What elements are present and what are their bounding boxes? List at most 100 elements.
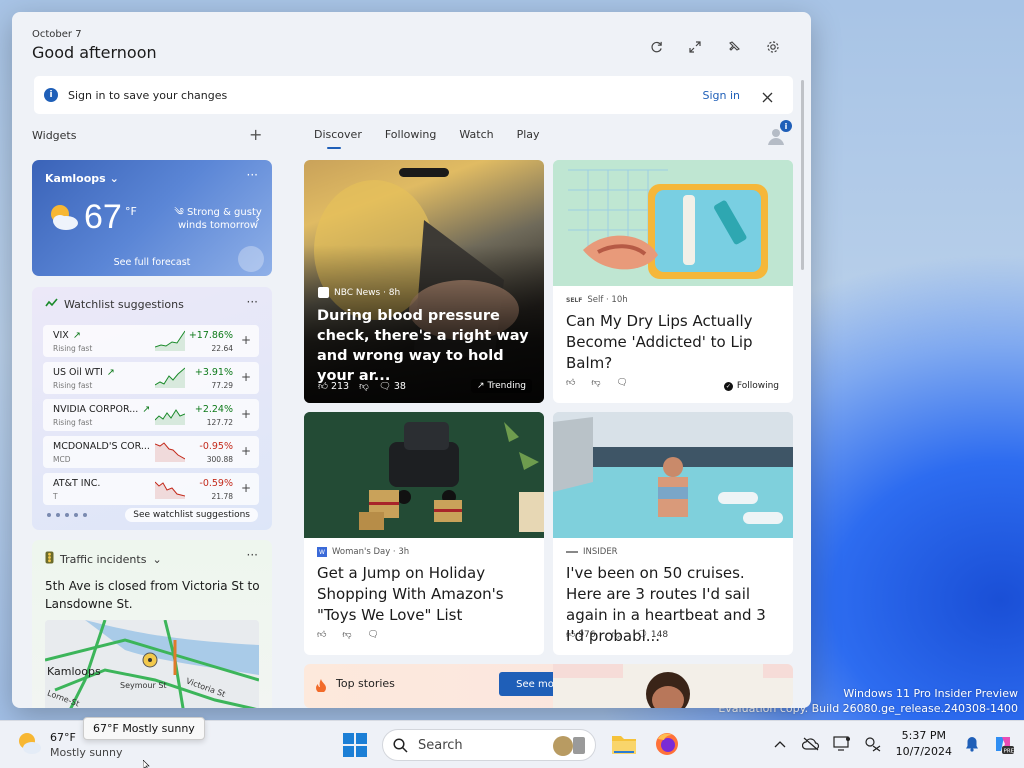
weather-widget[interactable]: Kamloops ⌄ ··· 67 °F ༄ Strong & gusty wi… bbox=[32, 160, 272, 276]
partly-sunny-icon bbox=[19, 733, 41, 754]
tab-discover[interactable]: Discover bbox=[314, 128, 362, 149]
scrollbar[interactable] bbox=[801, 80, 804, 270]
signin-link[interactable]: Sign in bbox=[702, 89, 740, 102]
stock-row[interactable]: VIX ↗ Rising fast +17.86% 22.64 + bbox=[43, 325, 259, 357]
ad-thumbnail[interactable] bbox=[553, 664, 793, 708]
thumbs-up-icon: 👍︎ bbox=[566, 630, 576, 640]
stock-row[interactable]: MCDONALD'S COR... MCD -0.95% 300.88 + bbox=[43, 436, 259, 468]
chevron-up-icon[interactable] bbox=[769, 733, 791, 755]
start-button[interactable] bbox=[343, 733, 367, 761]
weather-unit: °F bbox=[125, 205, 137, 218]
file-explorer-icon[interactable] bbox=[610, 731, 638, 761]
see-watchlist-button[interactable]: See watchlist suggestions bbox=[125, 508, 258, 522]
traffic-map[interactable]: Kamloops Seymour St Victoria St Lorne-St bbox=[45, 620, 259, 708]
watchlist-widget: Watchlist suggestions ··· VIX ↗ Rising fa… bbox=[32, 287, 272, 530]
add-stock-icon[interactable]: + bbox=[241, 444, 251, 458]
sparkline bbox=[155, 442, 185, 462]
comments-button[interactable]: 🗨︎ 38 bbox=[379, 381, 406, 392]
expand-icon[interactable] bbox=[686, 38, 704, 56]
card-source: SELF Self · 10h bbox=[566, 295, 628, 305]
card-source: INSIDER bbox=[566, 547, 618, 557]
publisher-logo-icon bbox=[318, 287, 329, 298]
more-options-icon[interactable]: ··· bbox=[247, 168, 258, 182]
trending-badge: ↗ Trending bbox=[471, 379, 532, 393]
trend-up-icon: ↗ bbox=[106, 367, 115, 378]
copilot-icon[interactable]: PRE bbox=[992, 733, 1014, 755]
pager-dots[interactable] bbox=[47, 513, 87, 517]
carousel-indicator[interactable] bbox=[399, 168, 449, 177]
settings-icon[interactable] bbox=[764, 38, 782, 56]
panel-greeting: Good afternoon bbox=[32, 43, 157, 62]
traffic-light-icon bbox=[45, 551, 54, 567]
tab-play[interactable]: Play bbox=[517, 128, 540, 141]
card-actions: 👍︎ 👎︎ 🗨︎ bbox=[317, 630, 379, 640]
pin-icon[interactable] bbox=[725, 38, 743, 56]
watermark-edition: Windows 11 Pro Insider Preview bbox=[843, 687, 1018, 700]
comment-icon[interactable]: 🗨︎ bbox=[368, 630, 379, 640]
flame-icon bbox=[316, 677, 326, 696]
profile-avatar[interactable]: i bbox=[766, 120, 792, 146]
news-card[interactable]: SELF Self · 10h Can My Dry Lips Actually … bbox=[553, 160, 793, 403]
news-card[interactable]: NBC News · 8h During blood pressure chec… bbox=[304, 160, 544, 403]
taskbar-search[interactable]: Search bbox=[382, 729, 596, 761]
svg-text:PRE: PRE bbox=[1004, 749, 1015, 755]
following-status[interactable]: ✓ Following bbox=[723, 381, 779, 391]
thumbs-up-icon[interactable]: 👍︎ bbox=[317, 630, 326, 640]
notification-bell-icon[interactable] bbox=[961, 733, 983, 755]
trending-icon: ↗ bbox=[477, 381, 485, 391]
thumbs-up-icon[interactable]: 👍︎ bbox=[566, 378, 575, 388]
sparkline bbox=[155, 330, 185, 351]
like-button[interactable]: 👍︎ 976 bbox=[566, 630, 595, 640]
partly-sunny-icon bbox=[46, 202, 80, 236]
card-image bbox=[553, 412, 793, 538]
weather-tooltip: 67°F Mostly sunny bbox=[83, 717, 205, 740]
news-card[interactable]: W Woman's Day · 3h Get a Jump on Holiday … bbox=[304, 412, 544, 655]
close-icon[interactable] bbox=[762, 88, 773, 107]
add-stock-icon[interactable]: + bbox=[241, 481, 251, 495]
stock-row[interactable]: NVIDIA CORPOR... ↗ Rising fast +2.24% 127… bbox=[43, 399, 259, 431]
card-image bbox=[553, 160, 793, 286]
card-source: NBC News · 8h bbox=[318, 287, 400, 298]
tab-watch[interactable]: Watch bbox=[459, 128, 493, 141]
card-actions: 👍︎ 👎︎ 🗨︎ bbox=[566, 378, 628, 388]
refresh-icon[interactable] bbox=[647, 38, 665, 56]
card-title[interactable]: During blood pressure check, there's a r… bbox=[317, 306, 535, 386]
thumbs-down-icon[interactable]: 👎︎ bbox=[359, 380, 369, 392]
publisher-logo-icon: W bbox=[317, 547, 327, 557]
display-icon[interactable] bbox=[831, 733, 853, 755]
clock-date: 10/7/2024 bbox=[895, 745, 952, 758]
add-stock-icon[interactable]: + bbox=[241, 407, 251, 421]
weather-location[interactable]: Kamloops ⌄ bbox=[45, 172, 119, 185]
firefox-icon[interactable] bbox=[654, 731, 680, 761]
add-stock-icon[interactable]: + bbox=[241, 333, 251, 347]
news-card[interactable]: INSIDER I've been on 50 cruises. Here ar… bbox=[553, 412, 793, 655]
full-forecast-link[interactable]: See full forecast bbox=[32, 257, 272, 268]
more-options-icon[interactable]: ··· bbox=[247, 548, 258, 562]
comments-button[interactable]: 🗨︎ 148 bbox=[637, 630, 669, 640]
add-stock-icon[interactable]: + bbox=[241, 370, 251, 384]
like-button[interactable]: 👍︎ 213 bbox=[318, 380, 349, 392]
chevron-right-icon[interactable]: › bbox=[255, 212, 260, 226]
stock-row[interactable]: AT&T INC. T -0.59% 21.78 + bbox=[43, 473, 259, 505]
thumbs-down-icon[interactable]: 👎︎ bbox=[611, 630, 620, 640]
card-title[interactable]: Get a Jump on Holiday Shopping With Amaz… bbox=[317, 563, 535, 626]
top-stories-bar: Top stories See more› bbox=[304, 664, 793, 708]
traffic-header[interactable]: Traffic incidents ⌄ bbox=[45, 551, 162, 567]
stock-row[interactable]: US Oil WTI ↗ Rising fast +3.91% 77.29 + bbox=[43, 362, 259, 394]
panel-date: October 7 bbox=[32, 29, 82, 40]
signin-message: Sign in to save your changes bbox=[68, 88, 228, 102]
comment-icon[interactable]: 🗨︎ bbox=[617, 378, 628, 388]
network-disconnected-icon[interactable] bbox=[862, 733, 884, 755]
map-label: Seymour St bbox=[120, 681, 167, 690]
taskbar-clock[interactable]: 5:37 PM 10/7/2024 bbox=[896, 728, 952, 760]
publisher-logo-icon: SELF bbox=[566, 296, 583, 304]
cloud-offline-icon[interactable] bbox=[800, 733, 822, 755]
more-options-icon[interactable]: ··· bbox=[247, 295, 258, 309]
thumbs-down-icon[interactable]: 👎︎ bbox=[591, 378, 600, 388]
card-title[interactable]: Can My Dry Lips Actually Become 'Addicte… bbox=[566, 311, 784, 374]
thumbs-down-icon[interactable]: 👎︎ bbox=[342, 630, 351, 640]
notification-badge: i bbox=[780, 120, 792, 132]
add-widget-icon[interactable]: + bbox=[249, 125, 262, 144]
panel-header-actions bbox=[647, 38, 782, 56]
tab-following[interactable]: Following bbox=[385, 128, 437, 141]
